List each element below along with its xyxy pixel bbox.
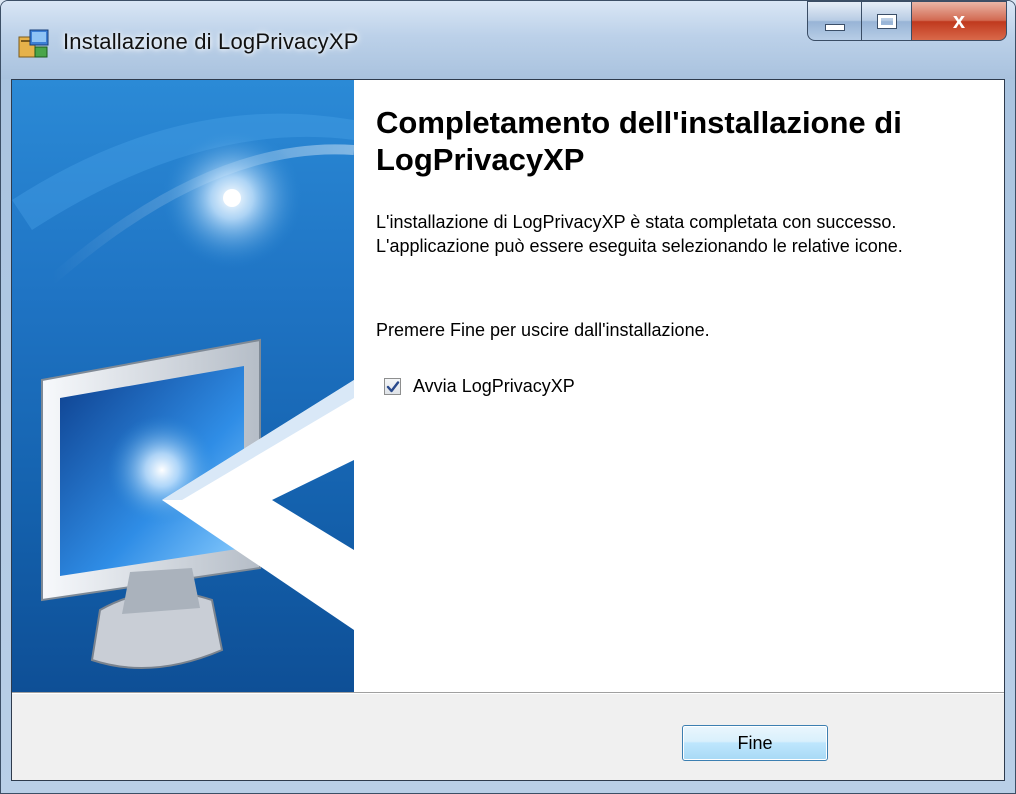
minimize-icon [824, 23, 845, 31]
maximize-icon [877, 14, 896, 28]
title-bar[interactable]: Installazione di LogPrivacyXP x [1, 1, 1015, 79]
checkmark-icon [386, 381, 400, 393]
close-icon: x [952, 8, 966, 33]
minimize-button[interactable] [807, 1, 861, 41]
page-title: Completamento dell'installazione di LogP… [376, 105, 902, 177]
close-button[interactable]: x [911, 1, 1007, 41]
installer-window: Installazione di LogPrivacyXP x Completa… [0, 0, 1016, 794]
caption-buttons: x [807, 1, 1007, 43]
exit-instruction: Premere Fine per uscire dall'installazio… [376, 320, 710, 340]
wizard-content: Completamento dell'installazione di LogP… [354, 80, 1004, 692]
window-title: Installazione di LogPrivacyXP [63, 29, 359, 54]
launch-app-checkbox[interactable] [384, 378, 401, 395]
maximize-button [861, 1, 911, 41]
wizard-client-area: Completamento dell'installazione di LogP… [11, 79, 1005, 781]
launch-app-label[interactable]: Avvia LogPrivacyXP [413, 376, 575, 397]
completion-message: L'installazione di LogPrivacyXP è stata … [376, 212, 903, 256]
computer-monitor-illustration [12, 113, 354, 669]
installer-package-icon[interactable] [17, 27, 51, 61]
finish-button[interactable]: Fine [682, 725, 828, 761]
footer-separator [12, 692, 1004, 694]
launch-app-option[interactable]: Avvia LogPrivacyXP [384, 376, 575, 397]
wizard-side-image [12, 80, 354, 692]
